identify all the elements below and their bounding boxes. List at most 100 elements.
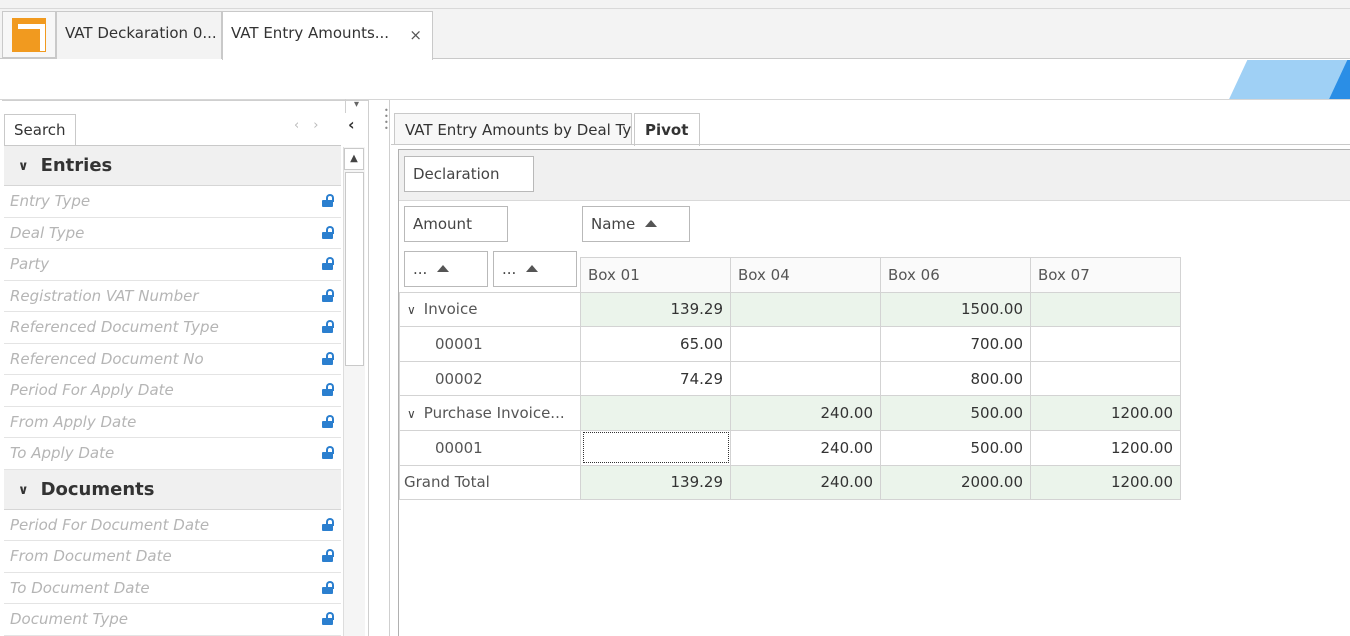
unlock-icon[interactable] [322, 517, 335, 531]
search-field[interactable]: To Document Date [4, 573, 341, 604]
column-header[interactable]: Box 06 [880, 257, 1031, 293]
cell[interactable]: 240.00 [730, 395, 881, 431]
cell[interactable] [1030, 291, 1181, 328]
cell[interactable] [730, 326, 881, 362]
row-header[interactable]: ∨ Invoice [399, 291, 581, 327]
tab-label: Pivot [645, 121, 689, 139]
cell[interactable]: 1200.00 [1030, 395, 1181, 431]
cell[interactable] [1030, 326, 1181, 362]
cell[interactable]: 1200.00 [1030, 429, 1181, 466]
row-label: Purchase Invoice... [423, 404, 565, 423]
search-field[interactable]: Referenced Document Type [4, 312, 341, 344]
top-menu-strip [0, 0, 1350, 9]
field-label: Document Type [10, 610, 128, 628]
cell[interactable]: 800.00 [880, 360, 1031, 397]
chevron-down-icon[interactable]: ▾ [345, 99, 367, 113]
unlock-icon[interactable] [322, 549, 335, 562]
unlock-icon[interactable] [322, 446, 335, 459]
search-field[interactable]: Document Type [4, 604, 341, 636]
search-field[interactable]: Referenced Document No [4, 344, 341, 375]
tab-vat-entry-amounts-by-deal-type[interactable]: VAT Entry Amounts by Deal Type [394, 113, 632, 145]
unlock-icon[interactable] [322, 288, 335, 302]
unlock-icon[interactable] [322, 257, 335, 270]
tab-vat-declaration[interactable]: VAT Deckaration 0... [56, 11, 222, 59]
cell[interactable] [730, 360, 881, 397]
close-icon[interactable]: × [409, 26, 422, 44]
row-header[interactable]: Grand Total [399, 464, 581, 501]
search-field[interactable]: To Apply Date [4, 438, 341, 470]
column-header[interactable]: Box 07 [1030, 257, 1181, 293]
search-field[interactable]: From Apply Date [4, 407, 341, 438]
unlock-icon[interactable] [322, 580, 335, 594]
cell[interactable]: 500.00 [880, 429, 1031, 466]
collapse-panel-icon[interactable]: ‹ [348, 115, 355, 134]
unlock-icon[interactable] [322, 383, 335, 396]
scroll-up-icon[interactable]: ▲ [344, 148, 364, 170]
cell[interactable]: 500.00 [880, 395, 1031, 431]
tab-scroll-arrows[interactable]: ‹› [294, 118, 332, 133]
cell[interactable] [580, 395, 731, 431]
unlock-icon[interactable] [322, 194, 335, 207]
cell[interactable]: 700.00 [880, 326, 1031, 362]
search-field[interactable]: Party [4, 249, 341, 281]
tab-label: VAT Entry Amounts by Deal Type [405, 121, 632, 139]
grand-total-row: Grand Total 139.29 240.00 2000.00 1200.0… [399, 464, 1181, 501]
cell[interactable]: 74.29 [580, 360, 731, 397]
panel-splitter[interactable]: • • • • [370, 100, 390, 636]
data-field-amount[interactable]: Amount [404, 206, 508, 242]
cell[interactable]: 139.29 [580, 291, 731, 328]
row-header[interactable]: 00002 [399, 360, 581, 397]
chevron-down-icon[interactable]: ∨ [407, 407, 416, 421]
pivot-table: Box 01 Box 04 Box 06 Box 07 ∨ Invoice 139… [399, 257, 1181, 501]
tab-pivot[interactable]: Pivot [634, 113, 700, 146]
cell[interactable]: 139.29 [580, 464, 731, 501]
group-title: Documents [40, 478, 155, 500]
pivot-grid: Declaration Amount Name ... ... Box 01 B… [398, 149, 1350, 636]
cell[interactable]: 1500.00 [880, 291, 1031, 328]
search-field[interactable]: From Document Date [4, 541, 341, 573]
unlock-icon[interactable] [322, 351, 335, 365]
row-header[interactable]: ∨ Purchase Invoice... [399, 395, 581, 431]
row-header[interactable]: 00001 [399, 429, 581, 466]
filter-field-declaration[interactable]: Declaration [404, 156, 534, 192]
app-logo-icon[interactable] [2, 11, 56, 58]
search-field[interactable]: Deal Type [4, 218, 341, 249]
unlock-icon[interactable] [322, 320, 335, 333]
search-field[interactable]: Period For Document Date [4, 510, 341, 541]
unlock-icon[interactable] [322, 612, 335, 625]
scroll-thumb[interactable] [345, 172, 364, 366]
field-label: From Document Date [10, 547, 172, 565]
search-field[interactable]: Period For Apply Date [4, 375, 341, 407]
field-label: Period For Apply Date [10, 381, 174, 399]
group-header-entries[interactable]: ∨ Entries [4, 146, 341, 186]
tab-search[interactable]: Search [4, 114, 76, 145]
cell[interactable] [730, 291, 881, 328]
splitter-grip-icon[interactable]: • • • • [384, 107, 389, 138]
tab-label: Search [14, 121, 66, 139]
field-label: Referenced Document No [10, 349, 204, 368]
cell[interactable]: 240.00 [730, 429, 881, 466]
cell[interactable]: 2000.00 [880, 464, 1031, 501]
unlock-icon[interactable] [322, 414, 335, 428]
search-field[interactable]: Entry Type [4, 186, 341, 218]
column-header[interactable]: Box 04 [730, 257, 881, 293]
tab-vat-entry-amounts[interactable]: VAT Entry Amounts... × [222, 11, 433, 60]
cell[interactable]: 65.00 [580, 326, 731, 362]
results-panel: VAT Entry Amounts by Deal Type Pivot Dec… [391, 100, 1350, 636]
row-label: Invoice [423, 300, 478, 319]
group-header-documents[interactable]: ∨ Documents [4, 469, 341, 510]
unlock-icon[interactable] [322, 225, 335, 239]
field-label: Amount [413, 215, 472, 233]
field-label: To Apply Date [10, 444, 115, 462]
chevron-down-icon[interactable]: ∨ [407, 303, 416, 317]
column-header[interactable]: Box 01 [580, 257, 731, 293]
cell-selected[interactable] [580, 429, 731, 466]
cell[interactable] [1030, 360, 1181, 397]
row-header[interactable]: 00001 [399, 326, 581, 362]
search-field[interactable]: Registration VAT Number [4, 281, 341, 312]
field-label: Registration VAT Number [10, 286, 199, 305]
cell[interactable]: 1200.00 [1030, 464, 1181, 501]
cell[interactable]: 240.00 [730, 464, 881, 501]
column-field-name[interactable]: Name [582, 206, 690, 242]
vertical-scrollbar[interactable]: ▲ [343, 147, 365, 636]
